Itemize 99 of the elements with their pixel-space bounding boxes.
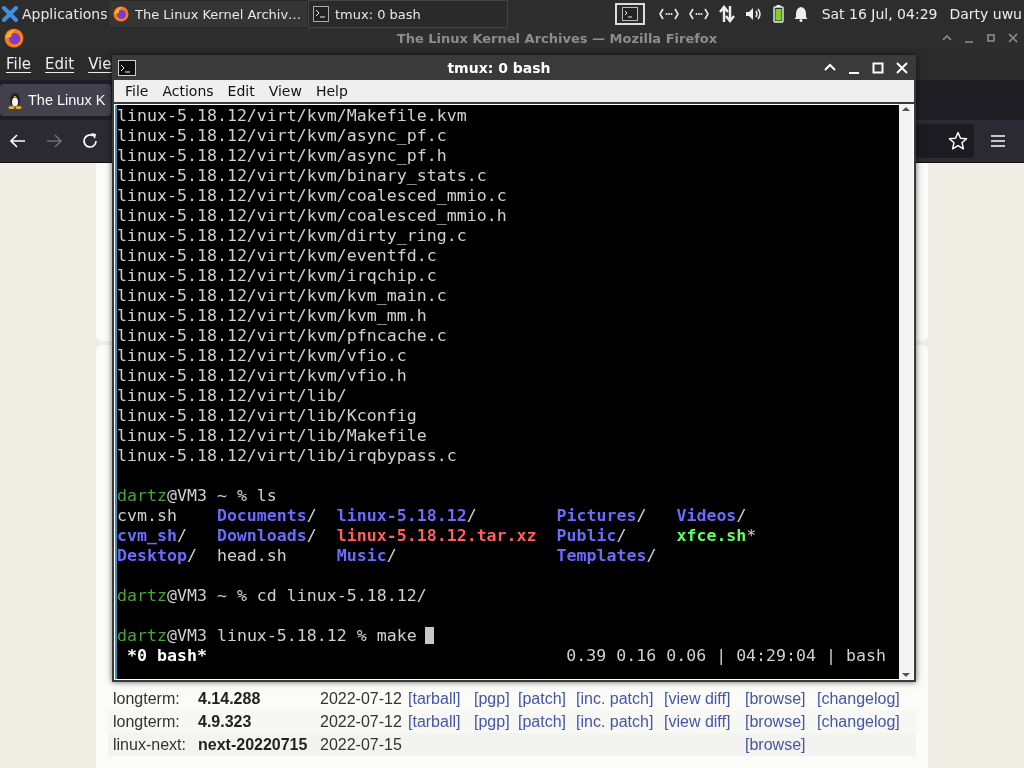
address-bar[interactable]	[916, 124, 974, 158]
link[interactable]: [view diff]	[664, 689, 745, 708]
terminal-line: linux-5.18.12/virt/kvm/vfio.c	[117, 346, 408, 366]
file-name: Music/	[336, 546, 397, 566]
menu-item[interactable]: File	[118, 83, 156, 99]
link[interactable]: [browse]	[745, 735, 817, 754]
window-title: The Linux Kernel Archives — Mozilla Firefox	[395, 30, 719, 46]
menu-item[interactable]: Actions	[155, 83, 221, 99]
terminal-line: linux-5.18.12/virt/kvm/binary_stats.c	[117, 166, 488, 186]
terminal-line: linux-5.18.12/virt/kvm/kvm_mm.h	[117, 306, 428, 326]
browser-tab[interactable]: The Linux K	[0, 84, 111, 116]
bell-icon[interactable]	[793, 6, 808, 22]
file-name: head.sh	[216, 546, 287, 566]
file-name: Videos/	[676, 506, 747, 526]
menu-item[interactable]: File	[6, 55, 32, 73]
menu-item[interactable]: View	[261, 83, 309, 99]
volume-icon[interactable]	[744, 6, 763, 22]
link[interactable]: [changelog]	[817, 712, 916, 731]
terminal-line: linux-5.18.12/virt/kvm/vfio.h	[117, 366, 408, 386]
link[interactable]: [pgp]	[474, 689, 518, 708]
terminal-line: linux-5.18.12/virt/lib/Makefile	[117, 426, 428, 446]
terminal-line: dartz@VM3 ~ % ls	[117, 486, 277, 505]
link[interactable]: [patch]	[518, 689, 576, 708]
link[interactable]: [inc. patch]	[576, 689, 664, 708]
terminal-line: linux-5.18.12/virt/lib/Kconfig	[117, 406, 418, 426]
taskbar-button[interactable]: tmux: 0 bash	[308, 0, 508, 28]
browser-icon	[4, 28, 24, 48]
link[interactable]: [view diff]	[664, 712, 745, 731]
terminal-line: linux-5.18.12/virt/kvm/dirty_ring.c	[117, 226, 468, 246]
clock[interactable]: Sat 16 Jul, 04:29	[821, 6, 938, 22]
menu-item[interactable]: Vie	[88, 55, 112, 73]
terminal-icon	[313, 6, 329, 22]
menu-icon[interactable]	[990, 134, 1006, 148]
release-version: 4.9.323	[198, 712, 253, 731]
up-down-arrows-icon[interactable]	[718, 5, 735, 23]
release-date: 2022-07-12	[320, 689, 403, 708]
network-icon[interactable]	[688, 6, 709, 22]
terminal-line: linux-5.18.12/virt/lib/	[117, 386, 348, 406]
window-title: tmux: 0 bash	[446, 59, 552, 76]
release-version: 4.14.288	[198, 689, 262, 708]
penguin-icon	[7, 91, 23, 109]
tmux-window-label: *0 bash*	[127, 646, 207, 666]
scroll-down-icon[interactable]	[901, 671, 911, 679]
file-name: xfce.sh*	[676, 526, 757, 546]
browser-icon	[113, 6, 129, 22]
release-date: 2022-07-12	[320, 712, 403, 731]
link[interactable]: [browse]	[745, 689, 817, 708]
terminal-line: linux-5.18.12/virt/kvm/Makefile.kvm	[117, 106, 468, 126]
workspace-switcher[interactable]	[614, 3, 645, 25]
release-label: longterm:	[113, 712, 181, 731]
terminal-line: linux-5.18.12/virt/kvm/coalesced_mmio.c	[117, 186, 508, 206]
release-date: 2022-07-15	[320, 735, 403, 754]
terminal-line: linux-5.18.12/virt/kvm/eventfd.c	[117, 246, 438, 266]
link[interactable]: [tarball]	[408, 712, 474, 731]
file-name: cvm.sh	[117, 506, 177, 526]
release-label: linux-next:	[113, 735, 187, 754]
menu-item[interactable]: Edit	[45, 55, 75, 73]
star-icon[interactable]	[948, 131, 968, 151]
user-menu[interactable]: Darty uwu	[949, 6, 1022, 22]
file-name: linux-5.18.12/	[336, 506, 477, 526]
link[interactable]: [patch]	[518, 712, 576, 731]
reload-icon[interactable]	[80, 131, 100, 151]
link[interactable]: [tarball]	[408, 689, 474, 708]
file-name: cvm_sh/	[117, 526, 187, 546]
file-name: Desktop/	[117, 546, 197, 566]
link[interactable]: [inc. patch]	[576, 712, 664, 731]
release-version: next-20220715	[198, 735, 309, 754]
scroll-up-icon[interactable]	[901, 105, 911, 113]
terminal-line: dartz@VM3 linux-5.18.12 % make	[117, 626, 417, 645]
terminal-line: linux-5.18.12/virt/kvm/async_pf.c	[117, 126, 448, 146]
link[interactable]: [pgp]	[474, 712, 518, 731]
terminal-line: linux-5.18.12/virt/kvm/pfncache.c	[117, 326, 448, 346]
terminal-icon	[621, 7, 638, 21]
battery-icon[interactable]	[772, 5, 784, 23]
terminal-icon	[118, 59, 136, 76]
file-name: Public/	[556, 526, 627, 546]
scrollbar[interactable]	[899, 105, 913, 679]
close-icon[interactable]	[894, 59, 910, 76]
terminal-line: linux-5.18.12/virt/kvm/irqchip.c	[117, 266, 438, 286]
file-name: Documents/	[216, 506, 317, 526]
file-name: Pictures/	[556, 506, 647, 526]
menu-item[interactable]: Edit	[220, 83, 262, 99]
tmux-status-info: 0.39 0.16 0.06 | 04:29:04 | bash	[566, 646, 886, 666]
link[interactable]: [browse]	[745, 712, 817, 731]
taskbar-button[interactable]: The Linux Kernel Archiv…	[108, 0, 308, 28]
file-name: Downloads/	[216, 526, 317, 546]
menu-item[interactable]: Help	[308, 83, 355, 99]
terminal-line: linux-5.18.12/virt/kvm/kvm_main.c	[117, 286, 448, 306]
link[interactable]: [changelog]	[817, 689, 916, 708]
applications-menu[interactable]: Applications	[0, 0, 108, 28]
file-name: Templates/	[556, 546, 657, 566]
network-icon[interactable]	[658, 6, 679, 22]
terminal-line: linux-5.18.12/virt/kvm/coalesced_mmio.h	[117, 206, 508, 226]
terminal-line: linux-5.18.12/virt/lib/irqbypass.c	[117, 446, 458, 466]
file-name: linux-5.18.12.tar.xz	[336, 526, 537, 546]
terminal-line: linux-5.18.12/virt/kvm/async_pf.h	[117, 146, 448, 166]
terminal-line: dartz@VM3 ~ % cd linux-5.18.12/	[117, 586, 427, 605]
release-label: longterm:	[113, 689, 181, 708]
x-logo-icon	[2, 6, 18, 22]
